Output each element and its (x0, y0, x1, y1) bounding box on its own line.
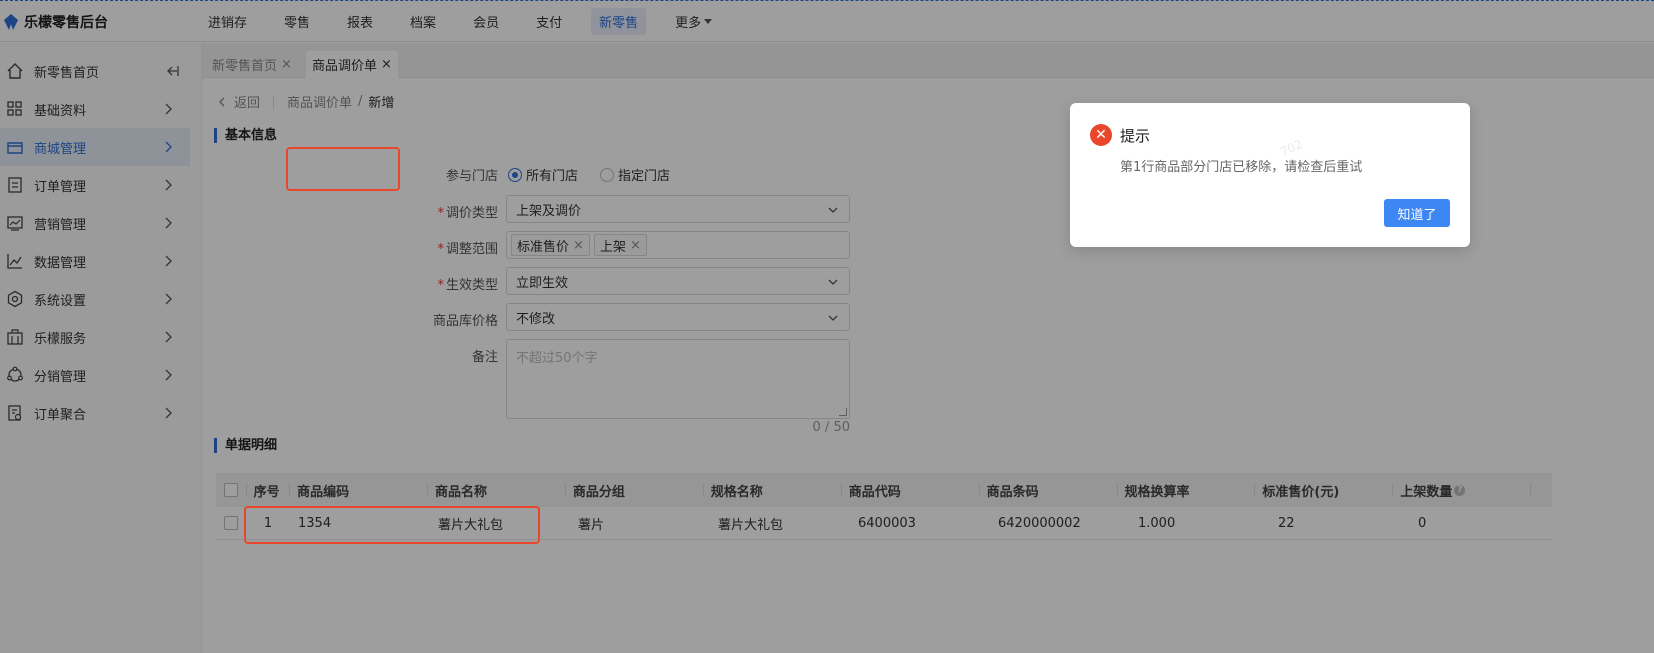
annotation-box-stores (286, 147, 400, 191)
dialog-message: 第1行商品部分门店已移除，请检查后重试 (1120, 160, 1363, 175)
dialog-title: 提示 (1120, 127, 1151, 145)
alert-dialog: 702 ✕ 提示 第1行商品部分门店已移除，请检查后重试 知道了 (1070, 103, 1470, 247)
modal-overlay[interactable] (0, 0, 1654, 653)
error-icon: ✕ (1090, 124, 1112, 146)
annotation-box-row (244, 506, 540, 544)
acknowledge-button[interactable]: 知道了 (1384, 199, 1450, 227)
